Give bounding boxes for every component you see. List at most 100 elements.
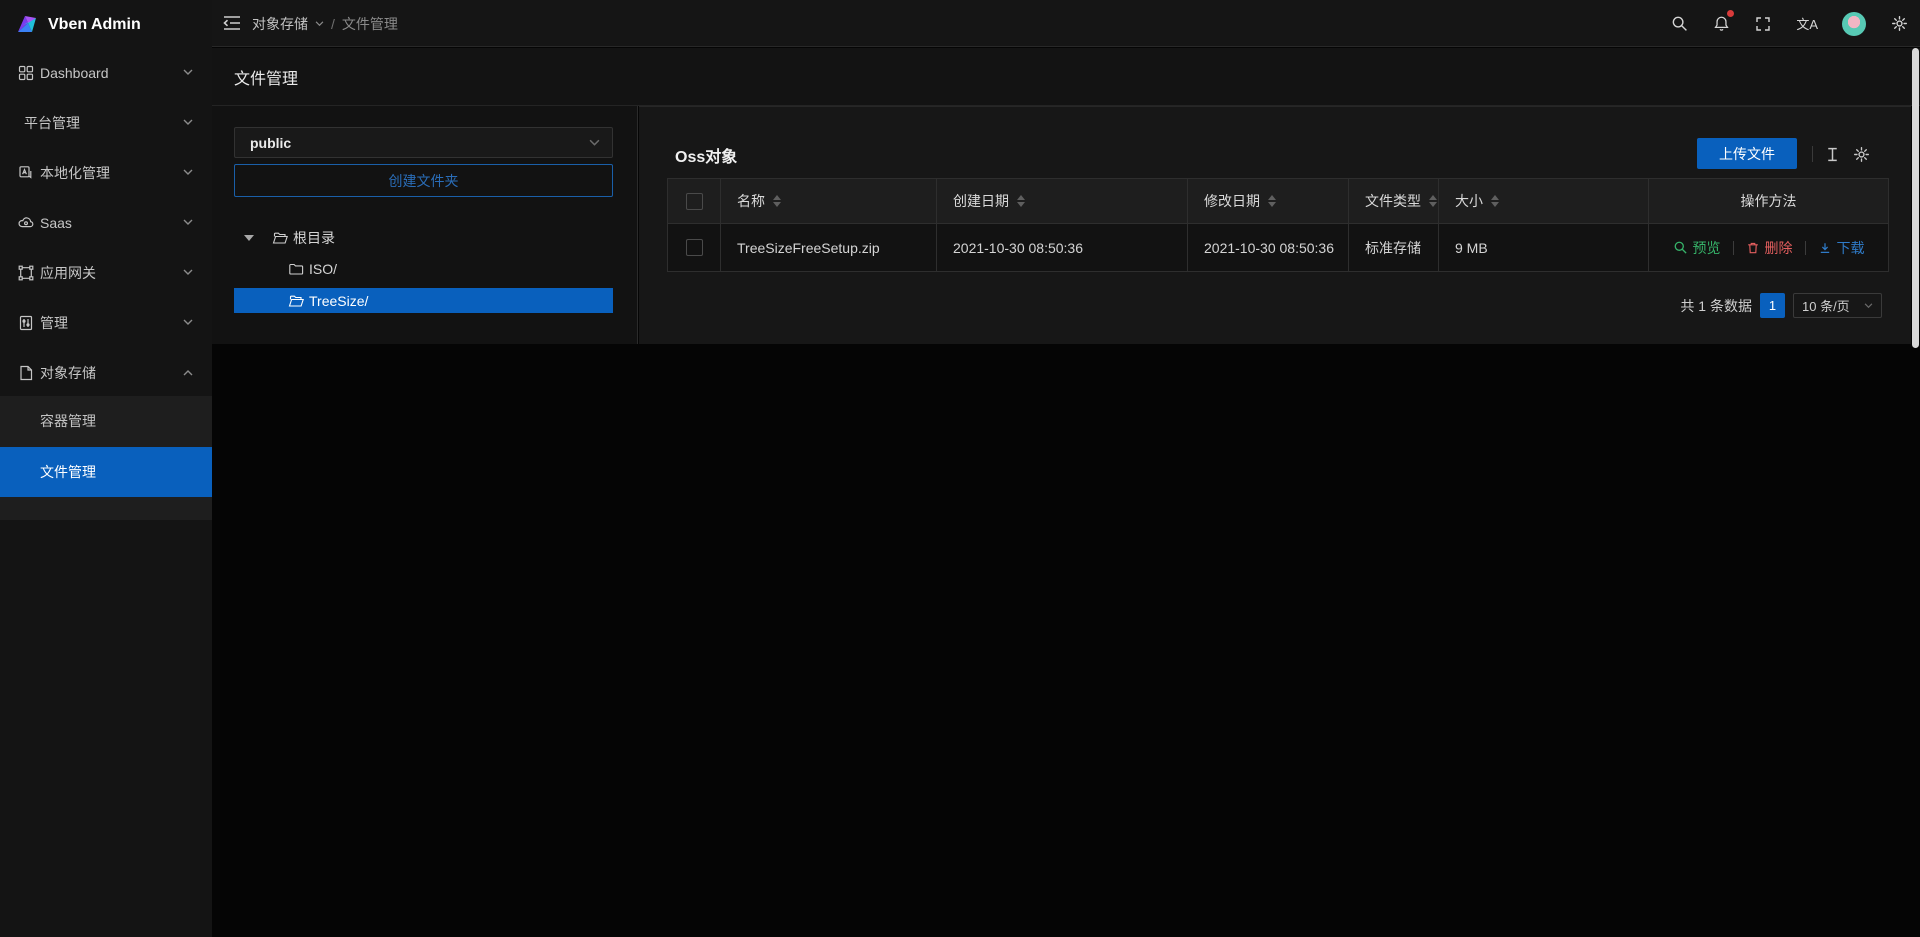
- logo[interactable]: Vben Admin: [0, 0, 212, 50]
- breadcrumb: 对象存储 / 文件管理: [252, 0, 398, 47]
- chevron-down-icon: [183, 169, 193, 176]
- menu-fold-icon[interactable]: [222, 14, 242, 32]
- locale-icon[interactable]: 文A: [1796, 15, 1818, 33]
- tree-node-label: ISO/: [309, 261, 337, 277]
- oss-table: 名称 创建日期 修改日期 文件类型: [667, 178, 1889, 272]
- page-scrollbar-thumb[interactable]: [1912, 48, 1919, 348]
- download-icon: [1818, 241, 1832, 255]
- object-storage-submenu: 容器管理 文件管理: [0, 396, 212, 520]
- sort-icon[interactable]: [1268, 195, 1276, 207]
- chevron-down-icon: [183, 69, 193, 76]
- chevron-down-icon: [183, 219, 193, 226]
- dashboard-icon: [18, 65, 34, 81]
- search-icon[interactable]: [1670, 15, 1688, 33]
- sort-icon[interactable]: [1429, 195, 1437, 207]
- chevron-down-icon: [183, 269, 193, 276]
- sidebar-item-file-manage[interactable]: 文件管理: [0, 447, 212, 497]
- window-header: 对象存储 / 文件管理 文A: [212, 0, 1920, 47]
- action-divider: [1733, 241, 1734, 255]
- create-folder-button[interactable]: 创建文件夹: [234, 164, 613, 197]
- notification-bell-icon[interactable]: [1712, 15, 1730, 33]
- column-header-operations: 操作方法: [1649, 179, 1889, 224]
- sidebar-item-label: 应用网关: [40, 263, 96, 283]
- page-title: 文件管理: [234, 48, 298, 106]
- column-header-modified[interactable]: 修改日期: [1188, 179, 1349, 224]
- sidebar-item-label: 本地化管理: [40, 163, 110, 183]
- preview-action[interactable]: 预览: [1673, 238, 1721, 258]
- column-settings-gear-icon[interactable]: [1853, 146, 1870, 163]
- sidebar-item-dashboard[interactable]: Dashboard: [0, 53, 212, 93]
- avatar[interactable]: [1842, 12, 1866, 36]
- fullscreen-icon[interactable]: [1754, 15, 1772, 33]
- column-header-filetype[interactable]: 文件类型: [1349, 179, 1439, 224]
- column-header-name[interactable]: 名称: [721, 179, 937, 224]
- sidebar-item-object-storage[interactable]: 对象存储: [0, 353, 212, 393]
- sidebar-item-container-manage[interactable]: 容器管理: [0, 396, 212, 446]
- settings-gear-icon[interactable]: [1890, 15, 1908, 33]
- gateway-icon: [18, 265, 34, 281]
- column-label: 文件类型: [1365, 191, 1421, 211]
- caret-down-icon[interactable]: [244, 235, 254, 241]
- sidebar-item-label: 平台管理: [24, 113, 80, 133]
- sidebar-item-localization[interactable]: 本地化管理: [0, 153, 212, 193]
- pagination-page-1[interactable]: 1: [1760, 293, 1785, 318]
- sidebar-item-platform[interactable]: 平台管理: [0, 103, 212, 143]
- tree-node-root[interactable]: 根目录: [234, 225, 613, 250]
- sort-icon[interactable]: [1491, 195, 1499, 207]
- row-height-icon[interactable]: [1824, 146, 1841, 163]
- row-checkbox[interactable]: [686, 239, 703, 256]
- trash-icon: [1746, 241, 1760, 255]
- folder-open-icon: [272, 230, 288, 246]
- action-divider: [1805, 241, 1806, 255]
- folder-open-icon: [288, 293, 304, 309]
- notification-badge-dot: [1727, 10, 1734, 17]
- tree-node-iso[interactable]: ISO/: [234, 256, 613, 281]
- column-label: 操作方法: [1741, 193, 1797, 209]
- vben-logo-icon: [14, 12, 40, 38]
- table-header-row: 名称 创建日期 修改日期 文件类型: [668, 179, 1889, 224]
- breadcrumb-parent[interactable]: 对象存储: [252, 14, 308, 34]
- column-header-created[interactable]: 创建日期: [937, 179, 1188, 224]
- app-title: Vben Admin: [48, 0, 141, 50]
- create-folder-label: 创建文件夹: [389, 171, 459, 191]
- breadcrumb-separator: /: [331, 16, 335, 32]
- tree-node-treesize[interactable]: TreeSize/: [234, 288, 613, 313]
- sidebar: Vben Admin Dashboard 平台管理 本地化管理 S: [0, 0, 212, 937]
- bucket-select[interactable]: public: [234, 127, 613, 158]
- cell-size: 9 MB: [1439, 224, 1649, 272]
- delete-action[interactable]: 删除: [1746, 238, 1793, 258]
- page-size-select[interactable]: 10 条/页: [1793, 293, 1882, 318]
- tree-node-label: 根目录: [293, 228, 335, 248]
- manage-icon: [18, 315, 34, 331]
- submenu-item-label: 文件管理: [40, 462, 96, 482]
- cell-modified: 2021-10-30 08:50:36: [1188, 224, 1349, 272]
- preview-label: 预览: [1693, 238, 1721, 258]
- upload-file-label: 上传文件: [1719, 144, 1775, 164]
- chevron-down-icon: [1864, 303, 1873, 309]
- column-header-size[interactable]: 大小: [1439, 179, 1649, 224]
- bucket-select-value: public: [250, 135, 589, 151]
- oss-objects-card: Oss对象 上传文件 名称: [639, 106, 1911, 344]
- column-label: 名称: [737, 191, 765, 211]
- column-label: 大小: [1455, 191, 1483, 211]
- sidebar-item-manage[interactable]: 管理: [0, 303, 212, 343]
- sidebar-item-label: 对象存储: [40, 363, 96, 383]
- download-action[interactable]: 下载: [1818, 238, 1865, 258]
- sidebar-item-gateway[interactable]: 应用网关: [0, 253, 212, 293]
- chevron-down-icon: [589, 139, 600, 147]
- oss-card-title: Oss对象: [675, 143, 737, 167]
- content: public 创建文件夹 根目录 ISO/: [212, 106, 1911, 344]
- sort-icon[interactable]: [1017, 195, 1025, 207]
- locale-icon-text: 文A: [1796, 14, 1818, 33]
- sidebar-item-label: 管理: [40, 313, 68, 333]
- sidebar-item-saas[interactable]: Saas: [0, 203, 212, 243]
- sort-icon[interactable]: [773, 195, 781, 207]
- delete-label: 删除: [1765, 238, 1793, 258]
- page-size-value: 10 条/页: [1802, 296, 1858, 315]
- select-all-checkbox[interactable]: [686, 193, 703, 210]
- breadcrumb-current: 文件管理: [342, 14, 398, 34]
- magnifier-icon: [1673, 240, 1688, 255]
- cell-name: TreeSizeFreeSetup.zip: [721, 224, 937, 272]
- upload-file-button[interactable]: 上传文件: [1697, 138, 1797, 169]
- chevron-down-icon: [183, 119, 193, 126]
